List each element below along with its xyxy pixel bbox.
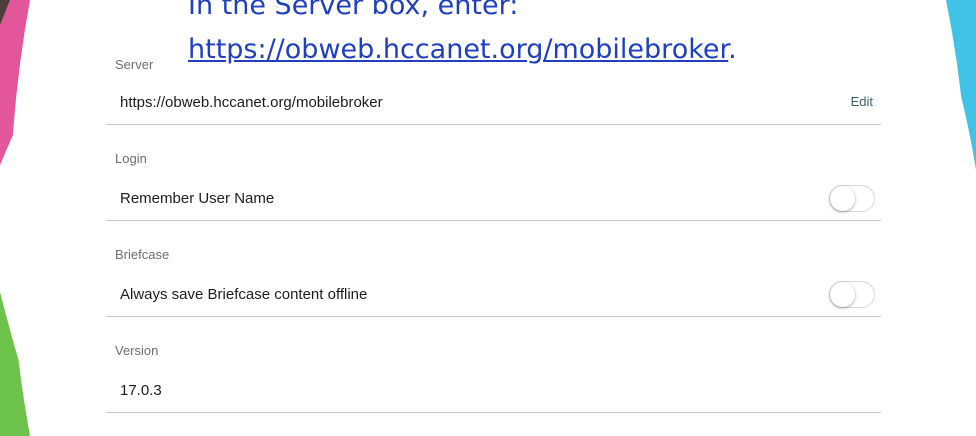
- instruction-url-line: https://obweb.hccanet.org/mobilebroker.: [188, 34, 737, 65]
- server-section-label: Server: [115, 57, 154, 72]
- instruction-text: In the Server box, enter:: [188, 0, 519, 21]
- briefcase-offline-row: Always save Briefcase content offline: [106, 272, 881, 317]
- login-section-label: Login: [115, 151, 147, 166]
- remember-user-name-row: Remember User Name: [106, 176, 881, 221]
- toggle-knob: [830, 186, 855, 211]
- briefcase-offline-toggle[interactable]: [829, 281, 875, 308]
- version-value: 17.0.3: [120, 382, 162, 399]
- version-row: 17.0.3: [106, 368, 881, 413]
- server-row[interactable]: https://obweb.hccanet.org/mobilebroker E…: [106, 80, 881, 125]
- remember-user-name-toggle[interactable]: [829, 185, 875, 212]
- server-url-value: https://obweb.hccanet.org/mobilebroker: [120, 94, 383, 111]
- briefcase-section-label: Briefcase: [115, 247, 170, 262]
- settings-screen: In the Server box, enter: https://obweb.…: [0, 0, 976, 436]
- version-section-label: Version: [115, 343, 159, 358]
- toggle-knob: [830, 282, 855, 307]
- briefcase-offline-label: Always save Briefcase content offline: [120, 286, 368, 303]
- edit-server-button[interactable]: Edit: [851, 94, 873, 109]
- server-url-link[interactable]: https://obweb.hccanet.org/mobilebroker: [188, 34, 728, 65]
- instruction-period: .: [728, 34, 737, 65]
- remember-user-name-label: Remember User Name: [120, 190, 275, 207]
